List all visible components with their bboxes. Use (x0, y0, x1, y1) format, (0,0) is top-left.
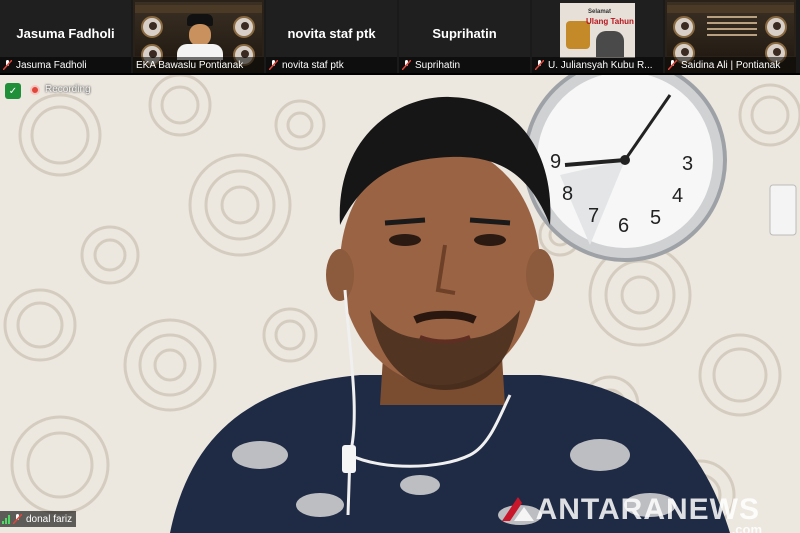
mic-muted-icon (269, 60, 278, 70)
participant-footer: novita staf ptk (266, 57, 397, 73)
participant-tile[interactable]: novita staf ptk novita staf ptk (266, 0, 397, 73)
participant-strip: Jasuma Fadholi Jasuma Fadholi EKA Bawasl… (0, 0, 800, 73)
participant-footer: U. Juliansyah Kubu R... (532, 57, 663, 73)
watermark-suffix: .com (731, 522, 762, 533)
participant-label: EKA Bawaslu Pontianak (136, 59, 244, 71)
participant-footer: Suprihatin (399, 57, 530, 73)
participant-tile[interactable]: EKA Bawaslu Pontianak (133, 0, 264, 73)
participant-footer: Jasuma Fadholi (0, 57, 131, 73)
participant-tile[interactable]: Jasuma Fadholi Jasuma Fadholi (0, 0, 131, 73)
mic-muted-icon (535, 60, 544, 70)
participant-video: Selamat Ulang Tahun (560, 3, 635, 58)
speaker-video-figure (170, 96, 730, 533)
recording-dot-icon (30, 84, 40, 95)
recording-indicator[interactable]: Recording (30, 84, 91, 95)
mic-muted-icon (13, 514, 22, 524)
signal-strength-icon (2, 514, 10, 524)
participant-label: Jasuma Fadholi (16, 59, 87, 71)
poster-greeting: Selamat (588, 9, 612, 15)
speaker-name: donal fariz (26, 513, 73, 525)
antaranews-watermark: ANTARANEWS .com (500, 493, 762, 533)
antara-logo-icon (501, 497, 534, 521)
participant-label: Saidina Ali | Pontianak (681, 59, 781, 71)
participant-video (667, 2, 794, 64)
main-video[interactable]: 9 8 7 6 5 4 3 ✓ Recording ANTARANEWS .co… (0, 75, 800, 533)
recording-label: Recording (45, 84, 91, 95)
security-shield-icon[interactable]: ✓ (5, 83, 21, 99)
participant-footer: EKA Bawaslu Pontianak (133, 57, 264, 73)
watermark-text: ANTARANEWS (535, 493, 760, 526)
participant-display-name: Jasuma Fadholi (16, 26, 115, 41)
mic-muted-icon (668, 60, 677, 70)
participant-tile[interactable]: Saidina Ali | Pontianak (665, 0, 796, 73)
participant-label: novita staf ptk (282, 59, 344, 71)
participant-display-name: Suprihatin (432, 26, 497, 41)
participant-label: U. Juliansyah Kubu R... (548, 59, 653, 71)
participant-video (135, 2, 262, 66)
participant-footer: Saidina Ali | Pontianak (665, 57, 796, 73)
participant-tile[interactable]: Suprihatin Suprihatin (399, 0, 530, 73)
mic-muted-icon (402, 60, 411, 70)
participant-display-name: novita staf ptk (287, 26, 376, 41)
participant-tile[interactable]: Selamat Ulang Tahun U. Juliansyah Kubu R… (532, 0, 663, 73)
poster-greeting-title: Ulang Tahun (586, 17, 634, 26)
participant-label: Suprihatin (415, 59, 461, 71)
speaker-name-label: donal fariz (0, 511, 77, 527)
mic-muted-icon (3, 60, 12, 70)
